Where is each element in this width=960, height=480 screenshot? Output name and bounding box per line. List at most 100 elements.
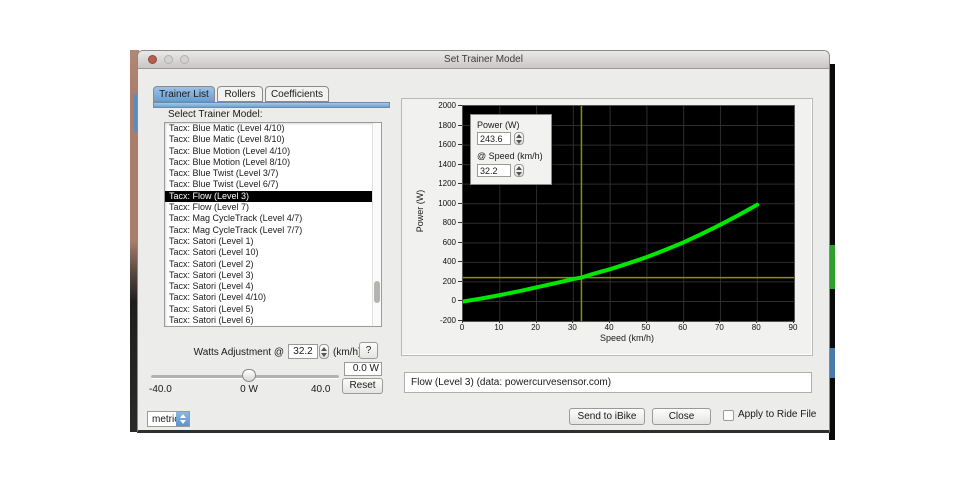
x-axis-label: Speed (km/h) <box>562 333 692 343</box>
trainer-list-items: Tacx: Blue Matic (Level 4/10)Tacx: Blue … <box>165 123 372 326</box>
watts-adjustment-unit-label: (km/h) <box>333 347 361 358</box>
x-axis-tick-mark <box>499 320 500 323</box>
y-axis-tick-mark <box>458 242 462 243</box>
help-button[interactable]: ? <box>359 342 378 359</box>
list-item[interactable]: Tacx: Satori (Level 4/10) <box>165 292 372 303</box>
list-item[interactable]: Tacx: Blue Matic (Level 8/10) <box>165 134 372 145</box>
cursor-speed-label: @ Speed (km/h) <box>477 151 543 161</box>
tab-coefficients[interactable]: Coefficients <box>265 86 329 102</box>
y-axis-tick-mark <box>458 300 462 301</box>
x-axis-tick-label: 20 <box>524 323 548 332</box>
x-axis-tick-mark <box>793 320 794 323</box>
units-select[interactable]: metric <box>147 411 190 427</box>
select-trainer-model-label: Select Trainer Model: <box>168 109 263 120</box>
y-axis-tick-mark <box>458 164 462 165</box>
list-item[interactable]: Tacx: Blue Motion (Level 4/10) <box>165 146 372 157</box>
set-trainer-model-window: Set Trainer Model Trainer List Rollers C… <box>137 50 830 433</box>
cursor-power-stepper[interactable] <box>514 132 524 145</box>
x-axis-tick-mark <box>462 320 463 323</box>
watts-adjustment-speed-input[interactable]: 32.2 <box>288 344 318 359</box>
y-axis-tick-label: 1800 <box>424 121 456 130</box>
y-axis-tick-label: 1000 <box>424 199 456 208</box>
watts-adjustment-slider-thumb[interactable] <box>242 369 256 382</box>
list-item[interactable]: Tacx: Satori (Level 5) <box>165 304 372 315</box>
trainer-list-scrollbar[interactable] <box>372 123 381 326</box>
x-axis-tick-label: 70 <box>707 323 731 332</box>
list-item[interactable]: Tacx: Satori (Level 1) <box>165 236 372 247</box>
y-axis-tick-label: 1200 <box>424 179 456 188</box>
x-axis-tick-label: 80 <box>744 323 768 332</box>
y-axis-tick-mark <box>458 144 462 145</box>
y-axis-label: Power (W) <box>415 181 425 241</box>
y-axis-tick-mark <box>458 125 462 126</box>
x-axis-tick-mark <box>719 320 720 323</box>
y-axis-tick-label: 400 <box>424 257 456 266</box>
list-item[interactable]: Tacx: Blue Twist (Level 3/7) <box>165 168 372 179</box>
cursor-speed-input[interactable]: 32.2 <box>477 164 511 177</box>
x-axis-tick-label: 50 <box>634 323 658 332</box>
description-field[interactable]: Flow (Level 3) (data: powercurvesensor.c… <box>404 372 812 393</box>
slider-min-label: -40.0 <box>149 384 172 395</box>
apply-to-ride-file-checkbox[interactable] <box>723 410 734 421</box>
x-axis-tick-mark <box>609 320 610 323</box>
trainer-list-scroll-thumb[interactable] <box>374 281 380 303</box>
list-item[interactable]: Tacx: Satori (Level 2) <box>165 259 372 270</box>
x-axis-tick-mark <box>536 320 537 323</box>
send-to-ibike-button[interactable]: Send to iBike <box>569 408 645 425</box>
tab-rollers[interactable]: Rollers <box>217 86 263 102</box>
list-item[interactable]: Tacx: Satori (Level 3) <box>165 270 372 281</box>
apply-to-ride-file-label: Apply to Ride File <box>738 409 816 420</box>
y-axis-tick-mark <box>458 203 462 204</box>
reset-button[interactable]: Reset <box>342 378 383 394</box>
y-axis-tick-mark <box>458 222 462 223</box>
y-axis-tick-label: 1400 <box>424 160 456 169</box>
list-item[interactable]: Tacx: Satori (Level 6) <box>165 315 372 326</box>
x-axis-tick-label: 90 <box>781 323 805 332</box>
list-item[interactable]: Tacx: Blue Motion (Level 8/10) <box>165 157 372 168</box>
units-select-stepper-icon[interactable] <box>176 412 189 426</box>
cursor-panel: Power (W) 243.6 @ Speed (km/h) 32.2 <box>470 114 552 185</box>
tab-panel-edge <box>153 102 390 108</box>
cursor-power-label: Power (W) <box>477 120 520 130</box>
window-title: Set Trainer Model <box>138 54 829 65</box>
y-axis-tick-mark <box>458 105 462 106</box>
watts-adjustment-speed-stepper[interactable] <box>319 344 329 359</box>
y-axis-tick-mark <box>458 183 462 184</box>
x-axis-tick-label: 40 <box>597 323 621 332</box>
list-item[interactable]: Tacx: Flow (Level 3) <box>165 191 372 202</box>
list-item[interactable]: Tacx: Blue Twist (Level 6/7) <box>165 179 372 190</box>
x-axis-tick-label: 0 <box>450 323 474 332</box>
y-axis-tick-label: 1600 <box>424 140 456 149</box>
x-axis-tick-label: 30 <box>560 323 584 332</box>
list-item[interactable]: Tacx: Satori (Level 10) <box>165 247 372 258</box>
y-axis-tick-label: 800 <box>424 218 456 227</box>
close-button[interactable]: Close <box>652 408 711 425</box>
tab-trainer-list[interactable]: Trainer List <box>153 86 215 102</box>
y-axis-tick-label: 2000 <box>424 101 456 110</box>
y-axis-tick-mark <box>458 281 462 282</box>
x-axis-tick-mark <box>572 320 573 323</box>
y-axis-tick-mark <box>458 261 462 262</box>
x-axis-tick-mark <box>683 320 684 323</box>
x-axis-tick-label: 60 <box>671 323 695 332</box>
watts-adjustment-label: Watts Adjustment @ <box>156 347 284 358</box>
slider-mid-label: 0 W <box>229 384 269 395</box>
list-item[interactable]: Tacx: Satori (Level 4) <box>165 281 372 292</box>
y-axis-tick-label: 0 <box>424 296 456 305</box>
y-axis-tick-label: 200 <box>424 277 456 286</box>
trainer-list[interactable]: Tacx: Blue Matic (Level 4/10)Tacx: Blue … <box>164 122 382 327</box>
x-axis-tick-label: 10 <box>487 323 511 332</box>
x-axis-tick-mark <box>756 320 757 323</box>
x-axis-tick-mark <box>646 320 647 323</box>
list-item[interactable]: Tacx: Blue Matic (Level 4/10) <box>165 123 372 134</box>
power-curve-chart[interactable]: Power (W) Speed (km/h) Power (W) 243.6 @… <box>401 98 813 356</box>
title-bar[interactable]: Set Trainer Model <box>138 51 829 69</box>
cursor-power-input[interactable]: 243.6 <box>477 132 511 145</box>
cursor-speed-stepper[interactable] <box>514 164 524 177</box>
list-item[interactable]: Tacx: Mag CycleTrack (Level 4/7) <box>165 213 372 224</box>
y-axis-tick-label: 600 <box>424 238 456 247</box>
list-item[interactable]: Tacx: Mag CycleTrack (Level 7/7) <box>165 225 372 236</box>
watts-adjustment-value-display: 0.0 W <box>344 362 382 376</box>
list-item[interactable]: Tacx: Flow (Level 7) <box>165 202 372 213</box>
slider-max-label: 40.0 <box>311 384 330 395</box>
